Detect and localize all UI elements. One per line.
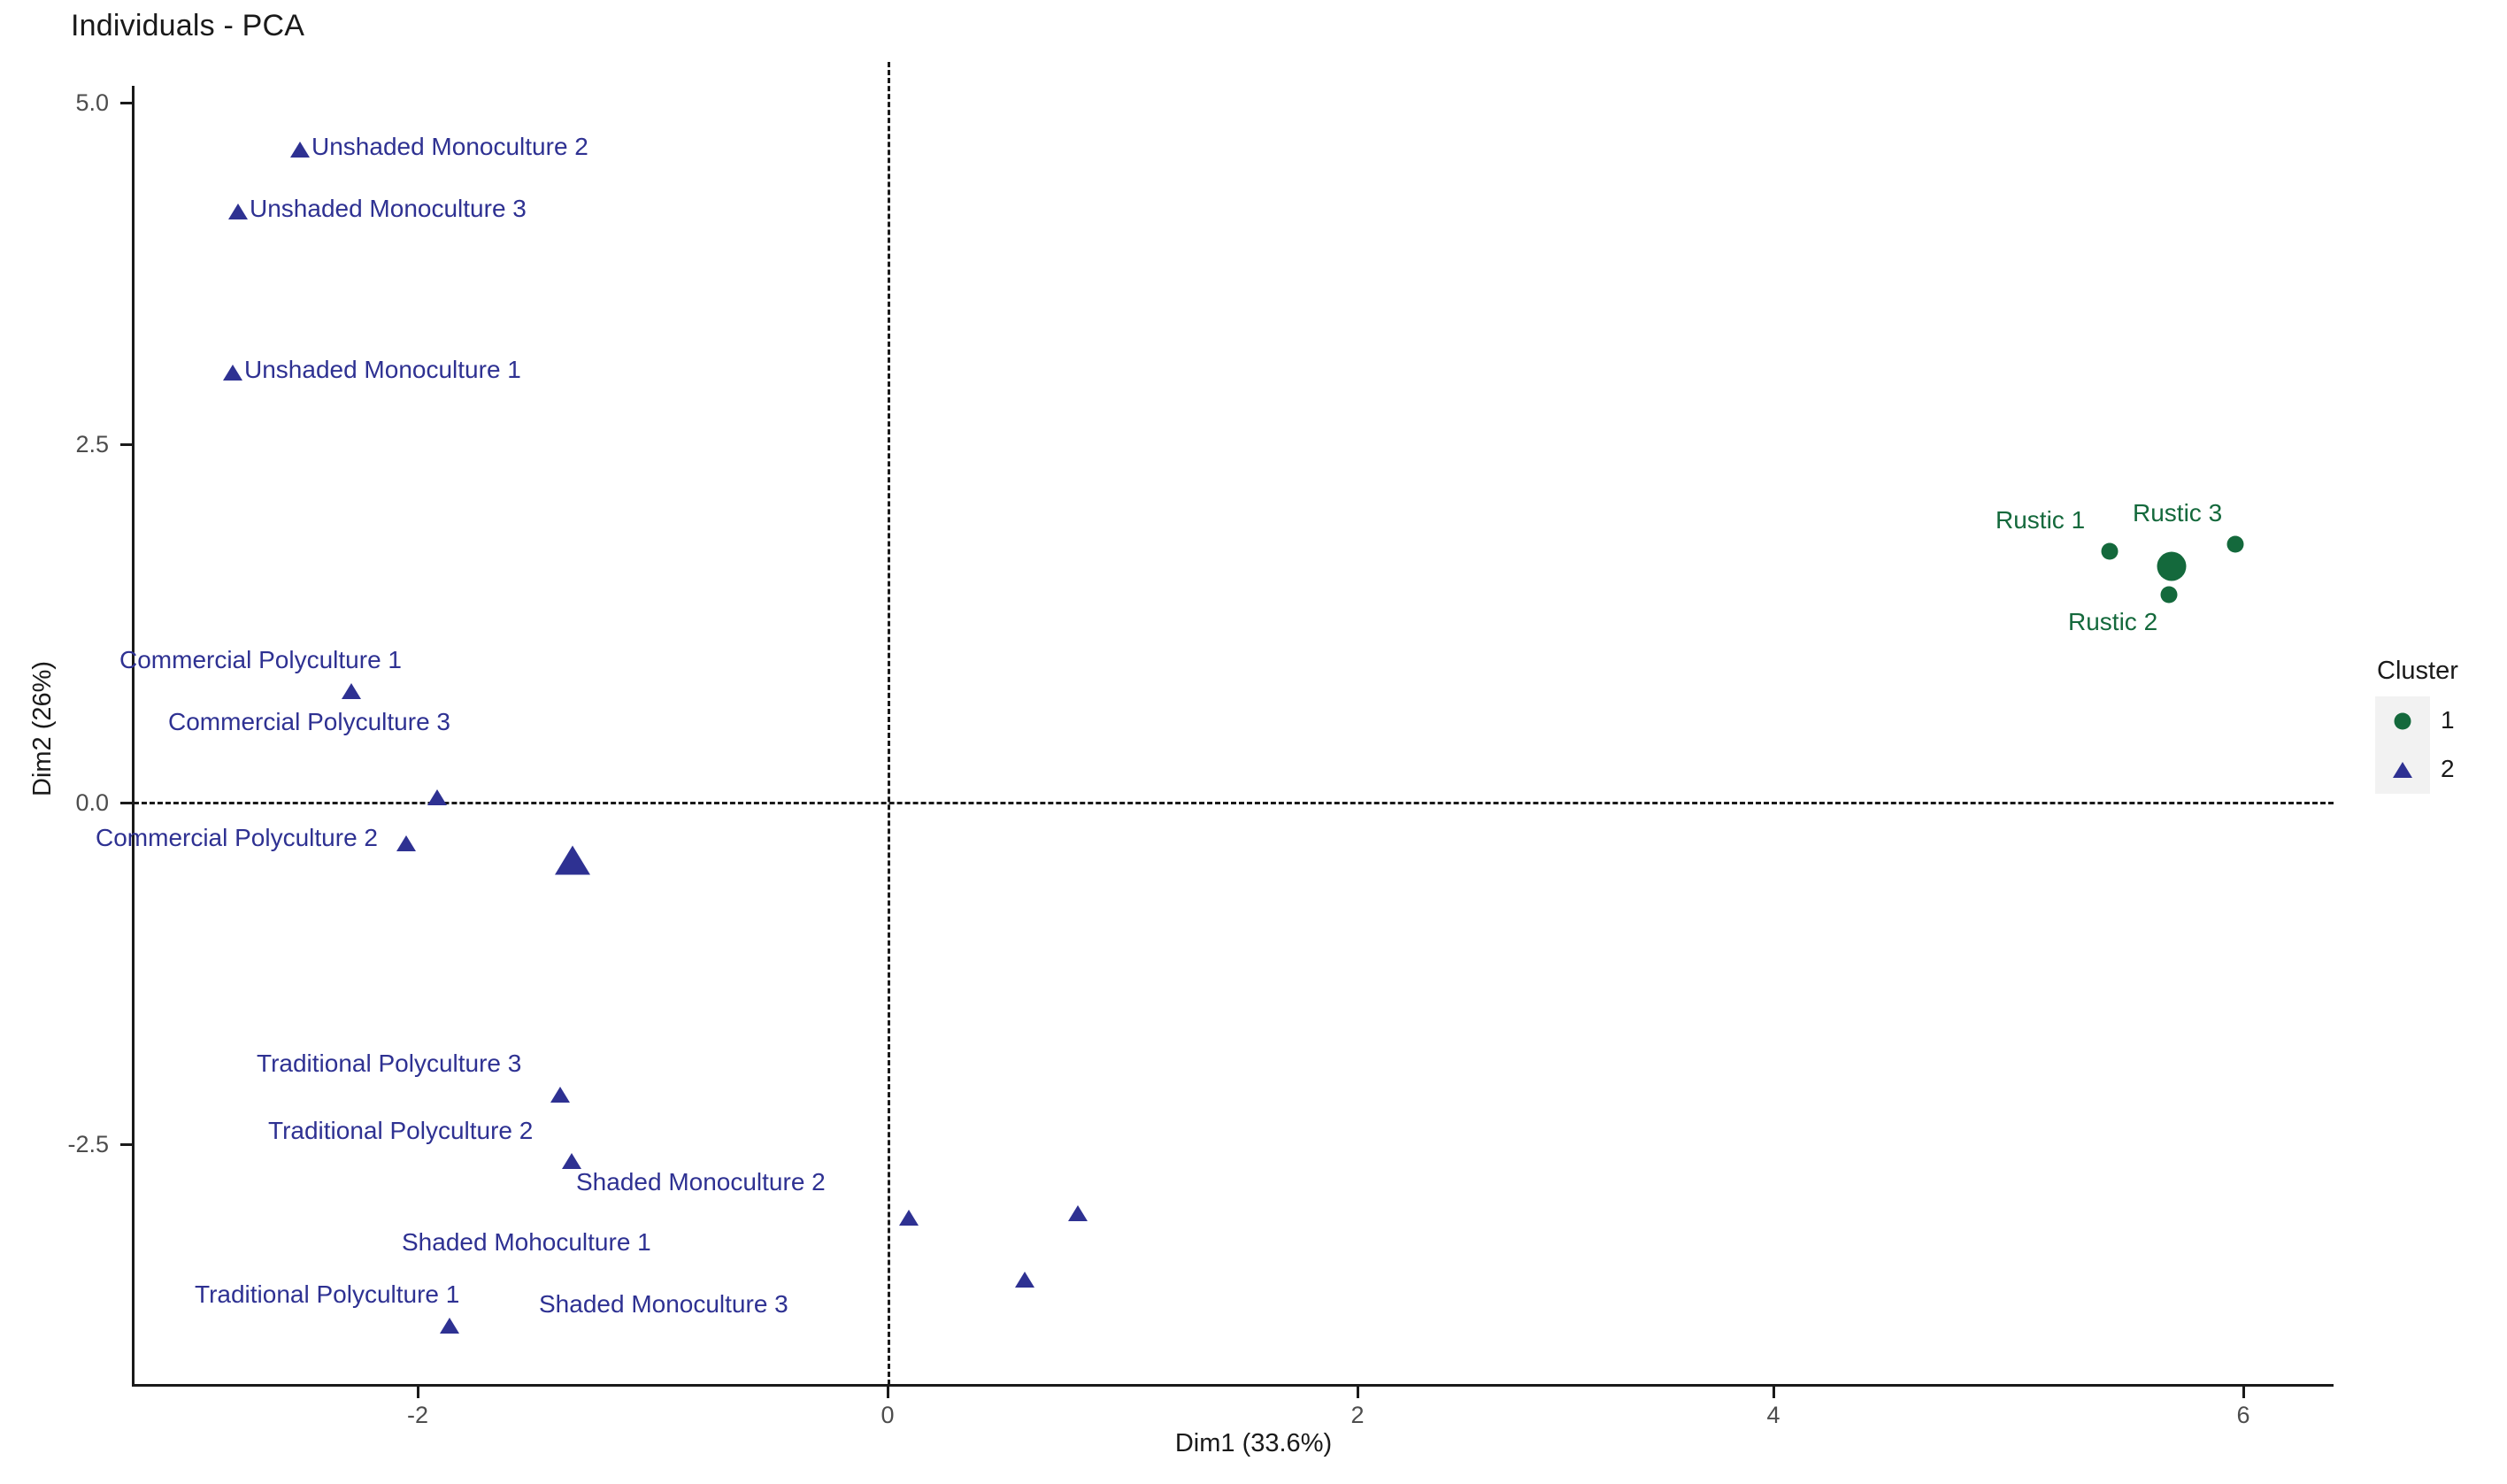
legend-label-2: 2: [2441, 755, 2455, 782]
x-tick-label-2: 2: [1350, 1402, 1365, 1428]
point-label-rustic-2: Rustic 2: [2068, 608, 2158, 635]
point-label-shaded-monoculture-1: Shaded Mohoculture 1: [402, 1228, 651, 1256]
point-marker-shaded-monoculture-1[interactable]: [899, 1210, 919, 1226]
triangle-icon: [555, 845, 590, 875]
circle-icon: [2160, 586, 2178, 604]
triangle-icon: [562, 1153, 581, 1169]
legend: Cluster 1 2: [2375, 657, 2499, 794]
point-label-rustic-3: Rustic 3: [2133, 499, 2223, 527]
legend-key-1: [2375, 696, 2430, 745]
point-label-shaded-monoculture-2: Shaded Monoculture 2: [576, 1168, 826, 1196]
circle-icon: [2157, 551, 2187, 581]
y-tick-0.0: [120, 802, 132, 804]
y-tick-5.0: [120, 102, 132, 104]
x-tick-label-4: 4: [1766, 1402, 1780, 1428]
point-label-unshaded-monoculture-2: Unshaded Monoculture 2: [311, 133, 588, 160]
y-tick--2.5: [120, 1143, 132, 1146]
point-marker-traditional-polyculture-3[interactable]: [550, 1087, 570, 1103]
y-axis-line: [132, 86, 135, 1387]
triangle-icon: [899, 1210, 919, 1226]
point-label-unshaded-monoculture-3: Unshaded Monoculture 3: [250, 195, 527, 222]
point-marker-unshaded-monoculture-2[interactable]: [290, 142, 310, 158]
point-marker-commercial-polyculture-2[interactable]: [396, 835, 416, 851]
legend-key-background: [2375, 696, 2430, 794]
triangle-icon: [1015, 1272, 1034, 1288]
point-label-commercial-polyculture-3: Commercial Polyculture 3: [168, 708, 450, 735]
point-label-traditional-polyculture-1: Traditional Polyculture 1: [195, 1280, 460, 1308]
x-tick-label-6: 6: [2236, 1402, 2250, 1428]
x-axis-title: Dim1 (33.6%): [1174, 1429, 1333, 1457]
legend-item-cluster-2[interactable]: [2375, 745, 2430, 794]
point-marker-shaded-monoculture-3[interactable]: [1015, 1272, 1034, 1288]
triangle-icon: [427, 789, 447, 805]
y-tick-label-5.0: 5.0: [75, 89, 109, 116]
x-tick-6: [2242, 1387, 2245, 1398]
page-title: Individuals - PCA: [71, 9, 305, 42]
point-marker-traditional-polyculture-1[interactable]: [440, 1318, 459, 1334]
point-label-shaded-monoculture-3: Shaded Monoculture 3: [539, 1290, 788, 1318]
triangle-icon: [342, 683, 361, 699]
cluster-2-centroid-marker[interactable]: [555, 845, 590, 875]
x-axis-line: [134, 1384, 2334, 1387]
x-tick-2: [1357, 1387, 1359, 1398]
circle-icon: [2226, 535, 2244, 553]
point-marker-rustic-3[interactable]: [2226, 535, 2244, 553]
point-marker-rustic-1[interactable]: [2101, 542, 2119, 560]
triangle-icon: [290, 142, 310, 158]
y-tick-2.5: [120, 443, 132, 446]
point-label-traditional-polyculture-2: Traditional Polyculture 2: [268, 1117, 534, 1144]
legend-title: Cluster: [2377, 657, 2458, 685]
triangle-icon: [2393, 761, 2412, 778]
circle-icon: [2394, 712, 2411, 729]
triangle-icon: [1068, 1205, 1088, 1221]
triangle-icon: [228, 204, 248, 219]
point-marker-commercial-polyculture-1[interactable]: [342, 683, 361, 699]
point-marker-unshaded-monoculture-3[interactable]: [228, 204, 248, 219]
legend-item-cluster-1[interactable]: [2375, 696, 2430, 745]
x-tick--2: [417, 1387, 419, 1398]
point-label-commercial-polyculture-1: Commercial Polyculture 1: [119, 646, 402, 673]
triangle-icon: [396, 835, 416, 851]
y-tick-label-2.5: 2.5: [75, 431, 109, 458]
cluster-1-centroid-marker[interactable]: [2157, 551, 2187, 581]
point-marker-unshaded-monoculture-1[interactable]: [223, 365, 242, 381]
point-label-commercial-polyculture-2: Commercial Polyculture 2: [96, 824, 378, 851]
point-marker-rustic-2[interactable]: [2160, 586, 2178, 604]
triangle-icon: [550, 1087, 570, 1103]
triangle-icon: [440, 1318, 459, 1334]
triangle-icon: [223, 365, 242, 381]
legend-key-2: [2375, 745, 2430, 794]
x-tick-4: [1773, 1387, 1775, 1398]
point-marker-traditional-polyculture-2[interactable]: [562, 1153, 581, 1169]
point-label-traditional-polyculture-3: Traditional Polyculture 3: [257, 1050, 522, 1077]
reference-line-vertical: [888, 62, 890, 1385]
reference-line-horizontal: [134, 802, 2334, 804]
legend-label-1: 1: [2441, 706, 2455, 734]
point-marker-shaded-monoculture-2[interactable]: [1068, 1205, 1088, 1221]
point-label-rustic-1: Rustic 1: [1996, 506, 2086, 534]
x-tick-label--2: -2: [406, 1402, 428, 1428]
circle-icon: [2101, 542, 2119, 560]
point-label-unshaded-monoculture-1: Unshaded Monoculture 1: [244, 356, 521, 383]
pca-scatter-plot: Individuals - PCA 5.0 2.5 0.0 -2.5 -2 0 …: [0, 0, 2507, 1484]
y-axis-title: Dim2 (26%): [28, 660, 57, 796]
point-marker-commercial-polyculture-3[interactable]: [427, 789, 447, 805]
x-tick-0: [887, 1387, 889, 1398]
y-tick-label--2.5: -2.5: [67, 1131, 109, 1157]
x-tick-label-0: 0: [881, 1402, 895, 1428]
